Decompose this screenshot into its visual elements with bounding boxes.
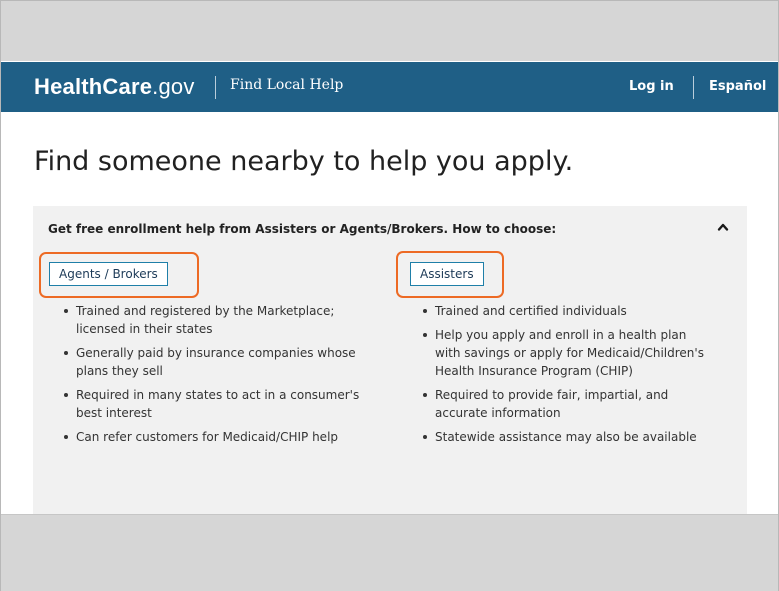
list-item: Statewide assistance may also be availab…	[422, 428, 712, 446]
healthcare-gov-logo[interactable]: HealthCare.gov	[34, 74, 195, 100]
login-link[interactable]: Log in	[629, 79, 674, 94]
page-title: Find someone nearby to help you apply.	[34, 146, 574, 177]
section-title: Find Local Help	[230, 77, 344, 93]
logo-main: HealthCare	[34, 74, 153, 99]
bottom-gray-band	[1, 514, 778, 591]
header-link-divider	[693, 76, 694, 99]
help-options-panel: Get free enrollment help from Assisters …	[33, 206, 747, 514]
language-link[interactable]: Español	[709, 79, 766, 94]
assisters-list: Trained and certified individuals Help y…	[422, 302, 712, 452]
list-item: Generally paid by insurance companies wh…	[63, 344, 368, 380]
agents-brokers-label: Agents / Brokers	[49, 262, 168, 286]
top-gray-band	[1, 1, 778, 61]
list-item: Trained and registered by the Marketplac…	[63, 302, 368, 338]
header-divider	[215, 76, 216, 99]
assisters-label: Assisters	[410, 262, 484, 286]
site-header: HealthCare.gov Find Local Help Log in Es…	[1, 62, 778, 112]
list-item: Trained and certified individuals	[422, 302, 712, 320]
chevron-up-icon[interactable]	[716, 220, 730, 234]
list-item: Can refer customers for Medicaid/CHIP he…	[63, 428, 368, 446]
logo-suffix: .gov	[152, 74, 195, 99]
list-item: Help you apply and enroll in a health pl…	[422, 326, 712, 380]
panel-heading[interactable]: Get free enrollment help from Assisters …	[48, 222, 556, 236]
list-item: Required to provide fair, impartial, and…	[422, 386, 712, 422]
agents-brokers-list: Trained and registered by the Marketplac…	[63, 302, 368, 452]
list-item: Required in many states to act in a cons…	[63, 386, 368, 422]
